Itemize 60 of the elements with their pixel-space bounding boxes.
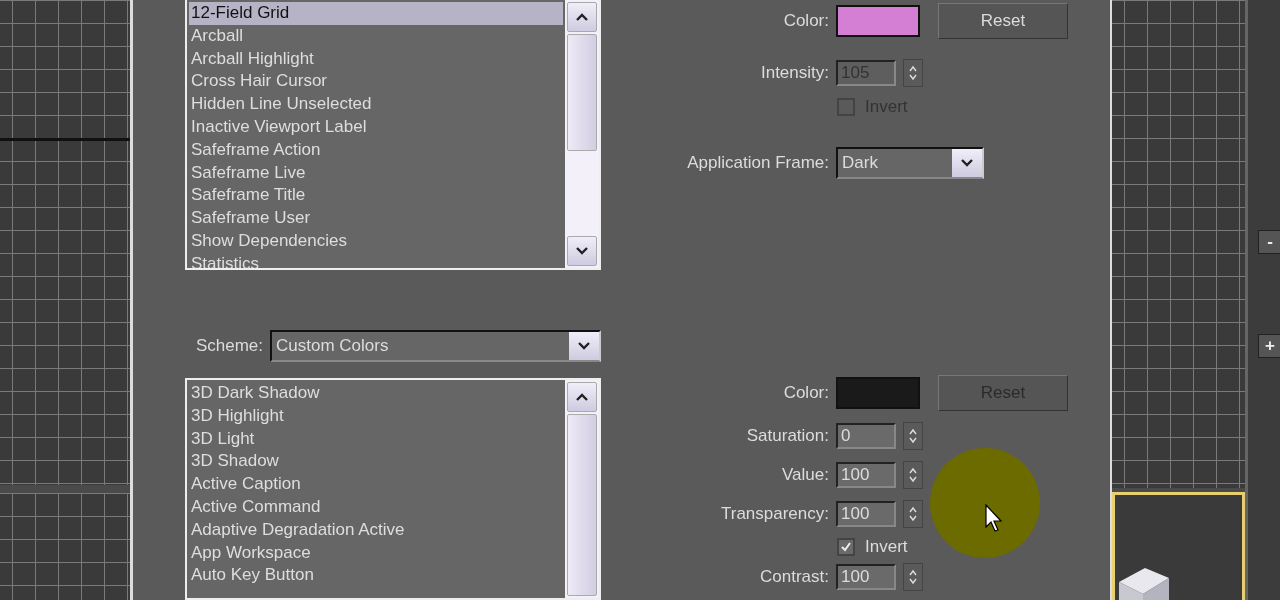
color-swatch[interactable] [836, 5, 920, 37]
spinner-label: Transparency: [719, 504, 829, 524]
expand-button[interactable]: + [1258, 334, 1280, 358]
spinner-arrows-icon[interactable] [903, 59, 923, 87]
scroll-thumb[interactable] [567, 414, 597, 596]
application-frame-dropdown[interactable]: Dark [836, 147, 984, 179]
list-item[interactable]: 12-Field Grid [189, 2, 563, 25]
list-item[interactable]: Active Command [189, 496, 563, 519]
list-item[interactable]: Safeframe User [189, 207, 563, 230]
list-item[interactable]: Cross Hair Cursor [189, 70, 563, 94]
color-swatch[interactable] [836, 377, 920, 409]
scroll-down-button[interactable] [567, 236, 597, 266]
spinner-arrows-icon[interactable] [903, 422, 923, 450]
color-label: Color: [782, 11, 829, 31]
scroll-thumb[interactable] [567, 34, 597, 151]
spinner-arrows-icon[interactable] [903, 563, 923, 591]
list-item[interactable]: 3D Shadow [189, 450, 563, 474]
list-item[interactable]: Safeframe Title [189, 184, 563, 208]
list-item[interactable]: Active Caption [189, 473, 563, 496]
invert-checkbox[interactable] [837, 538, 855, 556]
scheme-dropdown[interactable]: Custom Colors [270, 330, 601, 362]
reset-button[interactable]: Reset [938, 3, 1068, 39]
list-item[interactable]: Show Dependencies [189, 229, 563, 253]
number-field[interactable]: 100 [836, 462, 896, 488]
list-item[interactable]: Safeframe Live [189, 161, 563, 185]
caret-icon [578, 342, 590, 350]
checkmark-icon [840, 541, 852, 553]
list-item[interactable]: App Workspace [189, 541, 563, 565]
application-frame-label: Application Frame: [686, 153, 829, 173]
list-item[interactable]: Inactive Viewport Label [189, 116, 563, 139]
list-item[interactable]: Arcball Highlight [189, 47, 563, 71]
list-item[interactable]: Adaptive Degradation Active [189, 518, 563, 542]
list-item[interactable]: 3D Highlight [189, 404, 563, 428]
scroll-up-button[interactable] [567, 382, 597, 412]
scroll-up-button[interactable] [567, 2, 597, 32]
cursor-icon [984, 503, 1004, 533]
spinner-label: Saturation: [745, 426, 829, 446]
scheme-label: Scheme: [194, 336, 263, 356]
invert-label: Invert [865, 537, 908, 557]
list-item[interactable]: 3D Dark Shadow [189, 382, 563, 405]
number-field[interactable]: 0 [836, 423, 896, 449]
list-item[interactable]: Arcball [189, 24, 563, 48]
spinner-arrows-icon[interactable] [903, 500, 923, 528]
list-item[interactable]: Hidden Line Unselected [189, 93, 563, 116]
list-item[interactable]: Safeframe Action [189, 138, 563, 162]
spinner-label: Value: [781, 465, 829, 485]
contrast-label: Contrast: [759, 567, 829, 587]
number-field[interactable]: 100 [836, 501, 896, 527]
intensity-label: Intensity: [759, 63, 829, 83]
chevron-up-icon [576, 393, 588, 401]
color-label: Color: [782, 383, 829, 403]
list-item[interactable]: Statistics [189, 252, 563, 268]
number-field[interactable]: 100 [836, 564, 896, 590]
list-item[interactable]: Auto Key Button [189, 564, 563, 588]
chevron-up-icon [576, 13, 588, 21]
collapse-button[interactable]: - [1258, 230, 1280, 254]
caret-icon [961, 159, 973, 167]
chevron-down-icon [576, 247, 588, 255]
list-item[interactable]: 3D Light [189, 427, 563, 451]
spinner-arrows-icon[interactable] [903, 461, 923, 489]
